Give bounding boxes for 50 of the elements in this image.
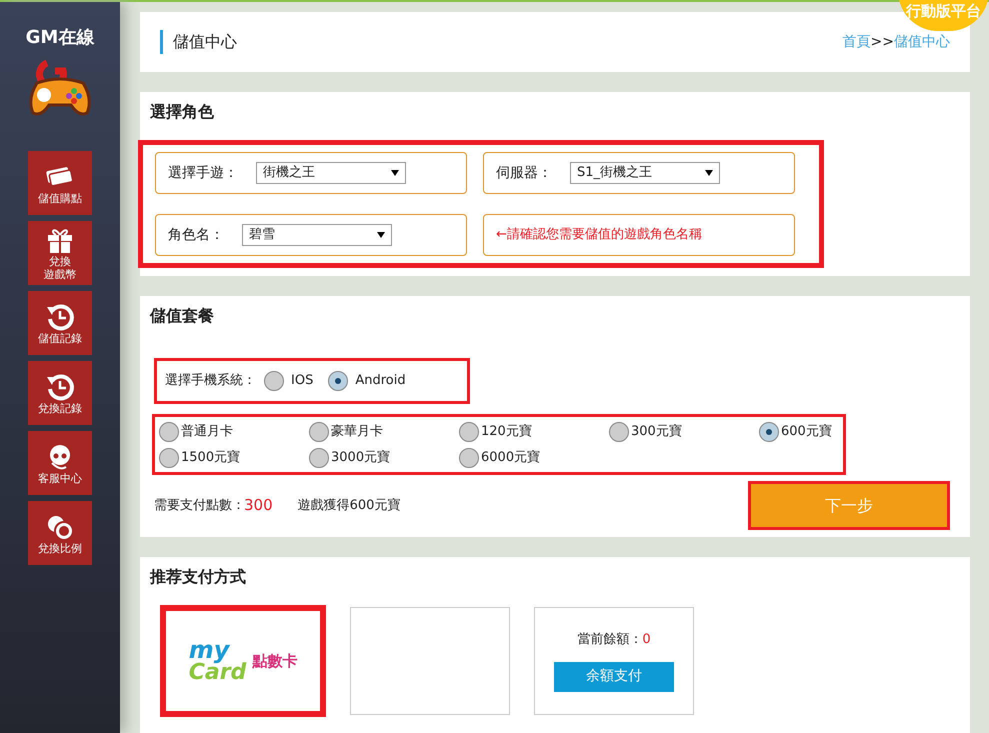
balance-label: 當前餘額： (577, 632, 642, 648)
radio-label: 6000元寶 (481, 448, 540, 467)
sidebar-item[interactable]: 客服中心 (28, 431, 92, 495)
pay-label: 需要支付點數： (154, 496, 245, 515)
radio-button[interactable] (609, 422, 629, 442)
notice-text: ←請確認您需要儲值的遊戲角色名稱 (496, 226, 702, 244)
reward-text: 遊戲獲得600元寶 (298, 496, 400, 515)
page-title: 儲值中心 (160, 30, 237, 54)
select-field[interactable]: 街機之王 (256, 162, 406, 184)
radio-label: 普通月卡 (181, 422, 233, 441)
radio-button[interactable] (309, 448, 329, 468)
radio-button[interactable] (309, 422, 329, 442)
select-field[interactable]: S1_街機之王 (570, 162, 720, 184)
radio-label: 600元寶 (781, 422, 832, 441)
sidebar-item[interactable]: 兌換記錄 (28, 361, 92, 425)
sidebar-item[interactable]: 兌換比例 (28, 501, 92, 565)
section-title: 選擇角色 (149, 101, 215, 123)
radio-label: 300元寶 (631, 422, 682, 441)
radio-button[interactable] (159, 422, 179, 442)
radio-button[interactable] (159, 448, 179, 468)
field-label: 伺服器： (496, 164, 553, 182)
radio-label: 1500元寶 (181, 448, 240, 467)
sidebar-item[interactable]: 儲值記錄 (28, 291, 92, 355)
radio-label: 120元寶 (481, 422, 532, 441)
breadcrumb-separator: >> (870, 34, 894, 50)
card-caption: 點數卡 (252, 650, 298, 672)
brand-name: GM在線 (26, 26, 94, 50)
radio-label: IOS (291, 372, 314, 390)
sidebar-item[interactable]: 儲值購點 (28, 151, 92, 215)
radio-button[interactable] (459, 422, 479, 442)
field-label: 選擇手遊： (168, 164, 239, 182)
section-title: 推荐支付方式 (148, 566, 247, 588)
radio-button[interactable] (459, 448, 479, 468)
radio-label: Android (355, 372, 406, 390)
radio-label: 豪華月卡 (331, 422, 383, 441)
caret-icon (705, 170, 713, 176)
card-logo: my Card (188, 638, 246, 684)
field-label: 選擇手機系統： (165, 372, 256, 390)
caret-icon (377, 232, 385, 238)
pay-amount: 300 (244, 495, 273, 516)
select-field[interactable]: 碧雪 (242, 224, 392, 246)
balance-amount: 0 (642, 632, 651, 648)
radio-label: 3000元寶 (331, 448, 390, 467)
radio-button[interactable] (264, 371, 284, 391)
section-title: 儲值套餐 (148, 305, 215, 327)
field-label: 角色名： (168, 226, 225, 244)
sidebar-item[interactable]: 兌換 遊戲幣 (28, 221, 92, 285)
caret-icon (391, 170, 399, 176)
radio-button[interactable] (759, 422, 779, 442)
radio-button[interactable] (328, 371, 348, 391)
